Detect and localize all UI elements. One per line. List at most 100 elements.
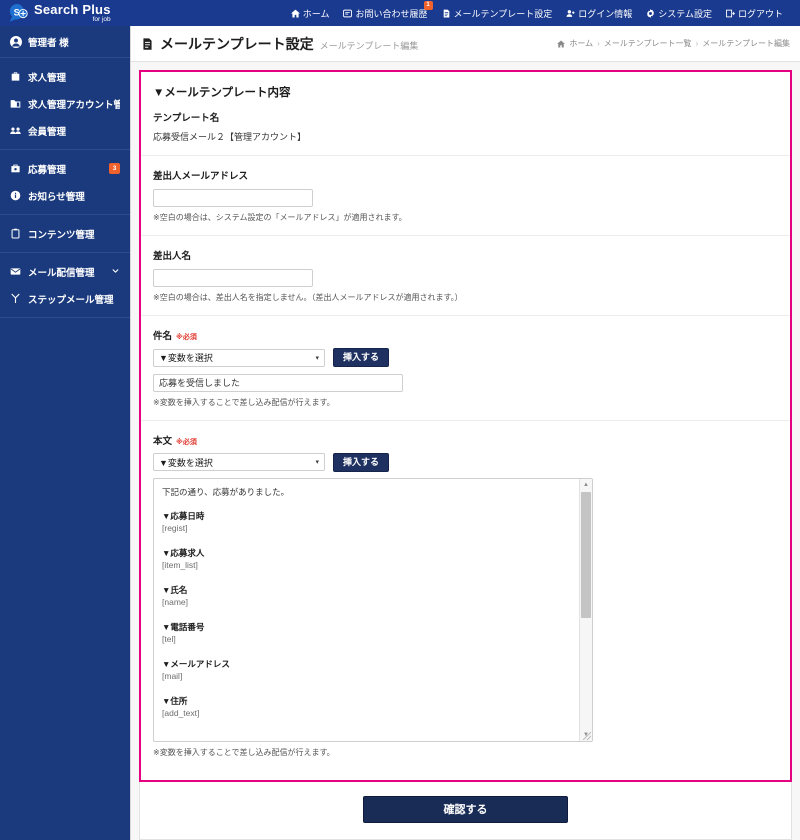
- content-area: ▼メールテンプレート内容 テンプレート名 応募受信メール２【管理アカウント】 差…: [131, 62, 800, 840]
- sidebar-item-label: 応募管理: [28, 164, 67, 176]
- folder-icon: [10, 98, 21, 109]
- topnav-item-inquiry-history[interactable]: お問い合わせ履歴 1: [336, 0, 434, 26]
- sidebar-user-label: 管理者 様: [28, 37, 69, 49]
- label-text: テンプレート名: [153, 113, 220, 124]
- sender-name-note: ※空白の場合は、差出人名を指定しません。（差出人メールアドレスが適用されます。）: [153, 293, 463, 302]
- subject-input[interactable]: [153, 373, 403, 392]
- breadcrumb-separator: ›: [695, 39, 699, 48]
- topnav-item-system-settings[interactable]: システム設定: [639, 0, 719, 26]
- briefcase-icon: [10, 71, 21, 82]
- sender-email-input[interactable]: [153, 189, 313, 207]
- sidebar-item-label: 会員管理: [28, 126, 67, 138]
- body-insert-button[interactable]: 挿入する: [333, 452, 390, 472]
- logout-icon: [726, 9, 735, 18]
- label-text: 本文: [153, 435, 173, 447]
- sidebar-item-label: ステップメール管理: [28, 294, 114, 306]
- app-root: S Search Plus for job ホーム お問い合わせ履歴 1 メール…: [0, 0, 800, 840]
- body-variable-select-value: ▼変数を選択: [159, 457, 213, 468]
- sidebar-item-label: 求人管理アカウント管理: [28, 99, 120, 111]
- page-header: メールテンプレート設定 メールテンプレート編集 ホーム › メールテンプレート一…: [131, 26, 800, 62]
- topnav-label: システム設定: [658, 8, 712, 19]
- clipboard-icon: [10, 228, 21, 239]
- logo-title: Search Plus: [34, 1, 111, 17]
- sidebar-group-3: コンテンツ管理: [0, 215, 130, 253]
- breadcrumb: ホーム › メールテンプレート一覧 › メールテンプレート編集: [557, 38, 790, 49]
- subject-variable-row: ▼変数を選択 ▾ 挿入する: [153, 348, 778, 367]
- body-textarea-scrollbar[interactable]: ▲ ▼: [579, 478, 592, 741]
- topnav-label: メールテンプレート設定: [453, 8, 553, 19]
- sidebar-badge-application-count: 3: [109, 163, 120, 174]
- topnav-item-mail-template[interactable]: メールテンプレート設定: [435, 0, 560, 26]
- topnav-label: ログアウト: [737, 8, 783, 19]
- sidebar-item-job-management[interactable]: 求人管理: [0, 63, 130, 90]
- mail-template-panel: ▼メールテンプレート内容 テンプレート名 応募受信メール２【管理アカウント】 差…: [139, 70, 792, 782]
- sidebar-user[interactable]: 管理者 様: [0, 26, 130, 58]
- field-body: 本文 ※必須 ▼変数を選択 ▾ 挿入する 下記の通り、応募がありました。 ▼応募日…: [141, 433, 790, 770]
- user-group-icon: [566, 9, 575, 18]
- template-name-value: 応募受信メール２【管理アカウント】: [153, 132, 307, 142]
- search-plus-logo-icon: S: [8, 3, 30, 23]
- required-mark: ※必須: [176, 438, 197, 446]
- scrollbar-thumb[interactable]: [581, 491, 591, 618]
- sidebar-item-content-management[interactable]: コンテンツ管理: [0, 220, 130, 247]
- sidebar-group-2: 応募管理 3 お知らせ管理: [0, 150, 130, 215]
- sidebar: 管理者 様 求人管理 求人管理アカウント管理 会員管理: [0, 26, 130, 840]
- chevron-down-icon: ▾: [315, 459, 319, 466]
- subject-insert-button[interactable]: 挿入する: [333, 348, 390, 367]
- subject-variable-select-value: ▼変数を選択: [159, 353, 213, 363]
- brand-logo[interactable]: S Search Plus for job: [0, 3, 130, 24]
- label-text: 差出人名: [153, 251, 192, 262]
- document-icon: [442, 9, 451, 18]
- topnav-label: ログイン情報: [578, 8, 633, 19]
- info-icon: [10, 190, 21, 201]
- field-label: 差出人メールアドレス: [153, 168, 778, 182]
- gear-icon: [646, 8, 655, 18]
- textarea-resize-handle[interactable]: [583, 731, 591, 740]
- mail-icon: [10, 266, 21, 277]
- field-sender-name: 差出人名 ※空白の場合は、差出人名を指定しません。（差出人メールアドレスが適用さ…: [141, 248, 790, 316]
- inbox-icon: [343, 9, 353, 18]
- sidebar-item-mail-delivery-management[interactable]: メール配信管理: [0, 258, 130, 285]
- submit-panel: 確認する: [139, 781, 792, 840]
- topnav-item-login-info[interactable]: ログイン情報: [559, 0, 639, 26]
- sidebar-item-label: 求人管理: [28, 72, 67, 84]
- confirm-button[interactable]: 確認する: [363, 795, 568, 823]
- sidebar-item-application-management[interactable]: 応募管理 3: [0, 155, 130, 182]
- subject-variable-select[interactable]: ▼変数を選択 ▾: [153, 348, 325, 367]
- breadcrumb-item-home[interactable]: ホーム: [569, 38, 593, 49]
- application-icon: [10, 163, 21, 174]
- field-subject: 件名 ※必須 ▼変数を選択 ▾ 挿入する ※変数を挿入することで差し込み配信が行…: [141, 328, 790, 421]
- sidebar-group-4: メール配信管理 ステップメール管理: [0, 253, 130, 318]
- sidebar-item-label: メール配信管理: [28, 267, 95, 279]
- sidebar-item-member-management[interactable]: 会員管理: [0, 117, 130, 144]
- chevron-down-icon[interactable]: [111, 267, 120, 276]
- field-label: テンプレート名: [153, 110, 778, 124]
- body-variable-row: ▼変数を選択 ▾ 挿入する: [153, 452, 778, 472]
- field-sender-email: 差出人メールアドレス ※空白の場合は、システム設定の「メールアドレス」が適用され…: [141, 168, 790, 236]
- topnav-item-home[interactable]: ホーム: [284, 0, 337, 26]
- field-label: 件名 ※必須: [153, 328, 778, 342]
- sidebar-item-job-account-management[interactable]: 求人管理アカウント管理: [0, 90, 130, 117]
- breadcrumb-item-template-list[interactable]: メールテンプレート一覧: [604, 38, 692, 49]
- scroll-up-icon[interactable]: ▲: [580, 478, 592, 491]
- sidebar-item-step-mail-management[interactable]: ステップメール管理: [0, 285, 130, 312]
- top-header-bar: S Search Plus for job ホーム お問い合わせ履歴 1 メール…: [0, 0, 800, 26]
- sidebar-item-label: コンテンツ管理: [28, 229, 95, 241]
- body-variable-select[interactable]: ▼変数を選択 ▾: [153, 453, 325, 471]
- sidebar-item-notice-management[interactable]: お知らせ管理: [0, 182, 130, 209]
- chevron-down-icon: ▾: [315, 354, 319, 362]
- page-subtitle: メールテンプレート編集: [319, 40, 419, 51]
- topnav-item-logout[interactable]: ログアウト: [719, 0, 790, 26]
- sender-name-input[interactable]: [153, 269, 313, 287]
- required-mark: ※必須: [176, 334, 197, 341]
- people-icon: [10, 125, 21, 136]
- label-text: 差出人メールアドレス: [153, 171, 249, 182]
- home-icon: [290, 9, 300, 18]
- body-textarea[interactable]: 下記の通り、応募がありました。 ▼応募日時 [regist] ▼応募求人 [item_l…: [153, 477, 593, 742]
- page-title-box: メールテンプレート設定 メールテンプレート編集: [141, 34, 418, 54]
- panel-title: ▼メールテンプレート内容: [153, 87, 291, 99]
- logo-subtitle: for job: [92, 15, 111, 23]
- main-content: メールテンプレート設定 メールテンプレート編集 ホーム › メールテンプレート一…: [130, 26, 800, 840]
- field-label: 本文 ※必須: [153, 433, 778, 447]
- field-template-name: テンプレート名 応募受信メール２【管理アカウント】: [141, 110, 790, 156]
